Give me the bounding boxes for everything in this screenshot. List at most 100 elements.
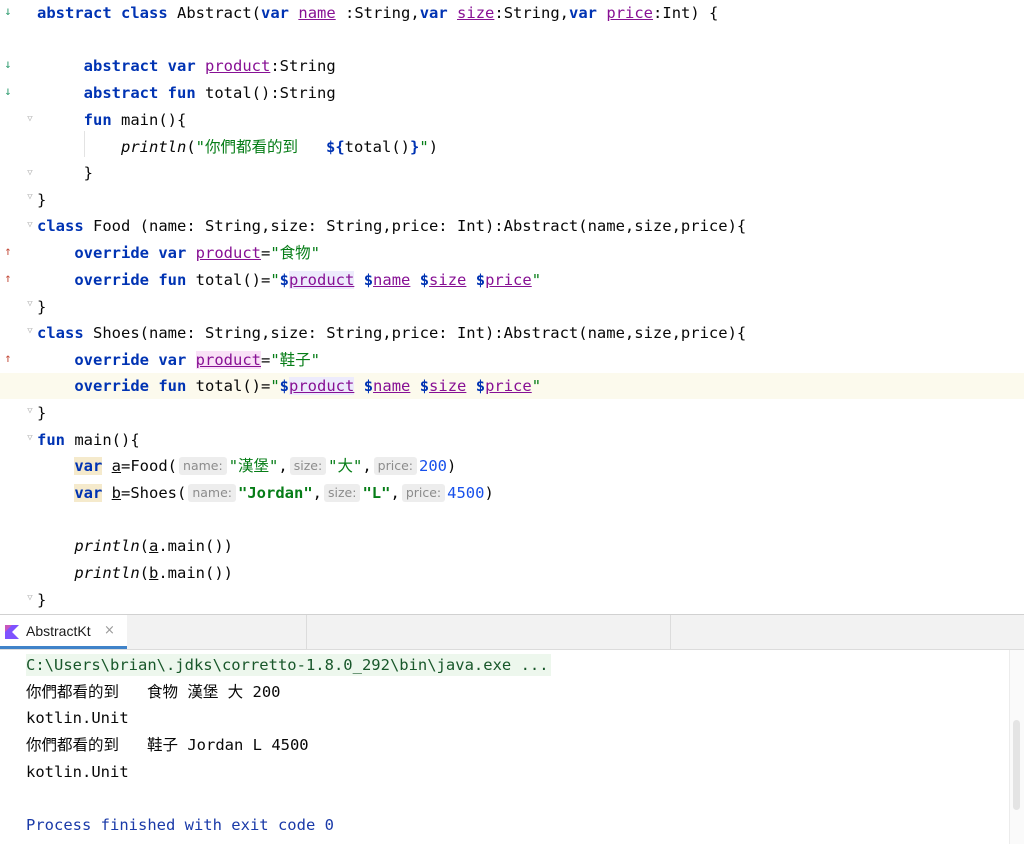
property: product xyxy=(195,244,261,262)
keyword: var xyxy=(419,4,448,22)
code-text: .main()) xyxy=(158,537,233,555)
keyword: fun xyxy=(167,84,196,102)
code-text: Food (name: String,size: String,price: I… xyxy=(93,217,747,235)
string-literal: " xyxy=(531,377,542,395)
template-variable: size xyxy=(429,271,467,289)
parameter-hint: price: xyxy=(373,457,417,475)
string-literal: "鞋子" xyxy=(270,351,321,369)
template-delimiter: $ xyxy=(419,377,430,395)
property: price xyxy=(606,4,654,22)
keyword: var xyxy=(569,4,598,22)
keyword: override xyxy=(74,377,149,395)
code-text: main(){ xyxy=(74,431,140,449)
keyword: override xyxy=(74,244,149,262)
code-line: println("你們都看的到 ${total()}") xyxy=(0,134,1024,160)
string-literal: " xyxy=(419,138,429,156)
function-call: println xyxy=(74,537,140,555)
code-line: println(a.main()) xyxy=(74,537,233,555)
string-literal: "食物" xyxy=(270,244,321,262)
code-text: } xyxy=(37,591,47,609)
scrollbar-thumb[interactable] xyxy=(1013,720,1020,810)
code-text: :String, xyxy=(494,4,570,22)
console-line: kotlin.Unit xyxy=(26,763,129,781)
code-text: } xyxy=(83,164,94,182)
code-line: var a=Food(name: "漢堡", size: "大", price: 200) xyxy=(74,457,457,475)
template-delimiter: $ xyxy=(363,271,374,289)
parameter-hint: price: xyxy=(401,484,446,502)
keyword: var xyxy=(74,457,103,475)
number-literal: 4500 xyxy=(447,484,485,502)
string-literal: " xyxy=(270,377,280,395)
console-line: 你們都看的到 鞋子 Jordan L 4500 xyxy=(26,736,309,754)
template-delimiter: $ xyxy=(475,271,486,289)
console-output[interactable]: C:\Users\brian\.jdks\corretto-1.8.0_292\… xyxy=(0,650,1024,844)
tab-abstractkt[interactable]: AbstractKt × xyxy=(0,615,127,649)
code-text: } xyxy=(37,404,47,422)
code-text: total():String xyxy=(205,84,336,102)
keyword: fun xyxy=(158,377,187,395)
function-call: println xyxy=(121,138,187,156)
keyword: class xyxy=(37,324,84,342)
template-variable: product xyxy=(289,377,355,395)
code-line: } xyxy=(0,400,1024,426)
variable: a xyxy=(149,537,159,555)
code-line: override fun total()="$product $name $si… xyxy=(0,267,1024,293)
string-literal: "Jordan" xyxy=(238,484,313,502)
template-delimiter: $ xyxy=(279,377,290,395)
console-command-line: C:\Users\brian\.jdks\corretto-1.8.0_292\… xyxy=(26,654,551,676)
console-line: 你們都看的到 食物 漢堡 大 200 xyxy=(26,683,281,701)
code-line: abstract fun total():String xyxy=(0,80,1024,106)
variable: b xyxy=(149,564,159,582)
code-line: class Shoes(name: String,size: String,pr… xyxy=(0,320,1024,346)
string-literal: "你們都看的到 xyxy=(195,138,326,156)
code-line: println(b.main()) xyxy=(74,564,233,582)
code-line: var b=Shoes(name: "Jordan", size: "L", price… xyxy=(74,484,494,502)
code-text: :Int) { xyxy=(653,4,719,22)
tab-label: AbstractKt xyxy=(26,623,91,639)
code-line: override var product="鞋子" xyxy=(0,347,1024,373)
string-literal: " xyxy=(531,271,542,289)
code-line: abstract var product:String xyxy=(0,53,1024,79)
code-line: fun main(){ xyxy=(0,427,1024,453)
code-line: fun main(){ xyxy=(0,107,1024,133)
string-literal: " xyxy=(270,271,280,289)
console-line: kotlin.Unit xyxy=(26,709,129,727)
console-exit-line: Process finished with exit code 0 xyxy=(26,816,334,834)
code-editor[interactable]: ↓ ↓ ↓ ↑ ↑ ↑ ↑ ▽ ▽ ▽ ▽ ▽ ▽ ▽ ▽ ▽ abstract… xyxy=(0,0,1024,614)
code-text: =Food( xyxy=(121,457,178,475)
close-icon[interactable]: × xyxy=(104,623,115,638)
code-line: override var product="食物" xyxy=(0,240,1024,266)
string-literal: "大" xyxy=(328,457,363,475)
run-tab-bar: AbstractKt × xyxy=(0,615,1024,650)
code-text: ) xyxy=(428,138,439,156)
code-line: abstract class Abstract(var name :String… xyxy=(0,0,1024,26)
code-text: = xyxy=(261,244,271,262)
template-delimiter: } xyxy=(410,138,420,156)
code-line: class Food (name: String,size: String,pr… xyxy=(0,213,1024,239)
code-text: ( xyxy=(186,138,196,156)
keyword: abstract xyxy=(83,84,159,102)
keyword: override xyxy=(74,351,149,369)
template-variable: price xyxy=(485,271,532,289)
keyword: fun xyxy=(83,111,112,129)
keyword: override xyxy=(74,271,149,289)
template-variable: product xyxy=(289,271,355,289)
property: size xyxy=(457,4,495,22)
console-scrollbar[interactable] xyxy=(1009,650,1024,844)
keyword: class xyxy=(37,217,84,235)
template-variable: price xyxy=(485,377,532,395)
keyword: var xyxy=(261,4,290,22)
keyword: var xyxy=(158,351,187,369)
function-call: println xyxy=(74,564,140,582)
parameter-hint: name: xyxy=(188,484,237,502)
property: product xyxy=(205,57,271,75)
current-code-line: override fun total()="$product $name $si… xyxy=(0,373,1024,399)
template-delimiter: $ xyxy=(363,377,374,395)
code-text: } xyxy=(37,298,47,316)
template-delimiter: $ xyxy=(475,377,486,395)
keyword: fun xyxy=(37,431,65,449)
keyword: var xyxy=(158,244,187,262)
code-text: main(){ xyxy=(121,111,187,129)
code-line: } xyxy=(0,294,1024,320)
template-delimiter: $ xyxy=(279,271,290,289)
